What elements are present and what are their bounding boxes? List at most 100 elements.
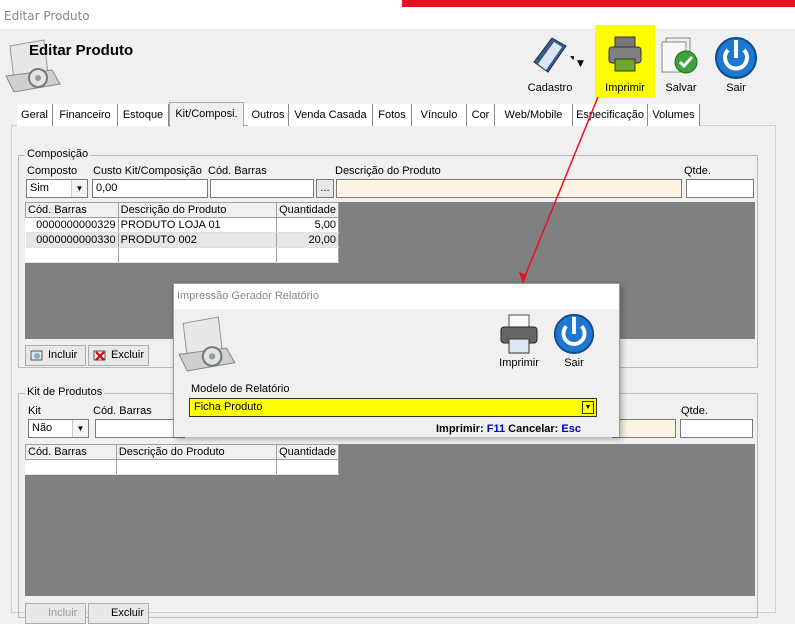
cadastro-button[interactable]: Cadastro [520, 32, 580, 98]
incluir-icon [30, 350, 43, 361]
key-imprimir: F11 [486, 423, 506, 435]
tab-estoque[interactable]: Estoque [118, 104, 169, 126]
kit-col-descricao[interactable]: Descrição do Produto [115, 444, 278, 460]
print-dialog: Impressão Gerador Relatório Imprimir Sai… [173, 283, 620, 437]
dialog-imprimir-button[interactable]: Imprimir [490, 311, 548, 373]
cell-qtd: 20,00 [276, 232, 339, 248]
sair-button[interactable]: Sair [708, 32, 764, 98]
kit-table: Cód. Barras Descrição do Produto Quantid… [25, 444, 339, 475]
dialog-imprimir-label: Imprimir [499, 357, 539, 369]
kit-select[interactable]: Não ▼ [28, 419, 89, 438]
tab-financeiro[interactable]: Financeiro [53, 104, 118, 126]
kit-cod-barras-input[interactable] [95, 419, 185, 438]
tab-strip: Geral Financeiro Estoque Kit/Composi. Ou… [17, 102, 700, 127]
salvar-button[interactable]: Salvar [657, 32, 705, 98]
cell-cod: 0000000000330 [25, 232, 119, 248]
page-title: Editar Produto [29, 42, 134, 59]
modelo-value: Ficha Produto [194, 401, 263, 413]
kit-group-label: Kit de Produtos [25, 386, 105, 398]
imprimir-label: Imprimir [605, 82, 645, 94]
qtde-input[interactable] [686, 179, 754, 198]
cadastro-label: Cadastro [527, 82, 573, 94]
excluir-button[interactable]: Excluir [88, 345, 149, 366]
custo-label: Custo Kit/Composição [93, 165, 202, 177]
shortcut-hint: Imprimir: F11 Cancelar: Esc [436, 423, 581, 435]
col-quantidade[interactable]: Quantidade [276, 202, 339, 218]
tab-especificacao[interactable]: Especificação [573, 104, 648, 126]
dialog-sair-button[interactable]: Sair [548, 311, 600, 373]
descricao-input[interactable] [336, 179, 682, 198]
kit-value: Não [32, 422, 53, 434]
tab-kit-composicao[interactable]: Kit/Composi. [169, 102, 244, 127]
tab-fotos[interactable]: Fotos [373, 104, 412, 126]
window-title: Editar Produto [4, 9, 90, 23]
browse-button[interactable]: ... [316, 179, 334, 198]
cod-barras-input[interactable] [210, 179, 314, 198]
kit-col-quantidade[interactable]: Quantidade [276, 444, 339, 460]
kit-qtde-label: Qtde. [681, 405, 708, 417]
qtde-label: Qtde. [684, 165, 711, 177]
incluir-label: Incluir [48, 349, 78, 361]
printer-icon [608, 36, 642, 72]
tab-volumes[interactable]: Volumes [648, 104, 700, 126]
power-icon [715, 37, 757, 79]
key-cancelar: Esc [561, 423, 581, 435]
salvar-label: Salvar [665, 82, 697, 94]
window-close-strip[interactable] [402, 0, 795, 7]
cadastro-book-icon [533, 37, 576, 73]
composicao-table: Cód. Barras Descrição do Produto Quantid… [25, 202, 339, 263]
table-row-empty[interactable] [25, 247, 339, 263]
cadastro-dropdown-icon[interactable]: ▼ [577, 59, 584, 69]
composto-value: Sim [30, 182, 49, 194]
excluir-icon [93, 350, 106, 361]
hint-cancelar: Cancelar: [508, 423, 559, 435]
composicao-group-label: Composição [25, 148, 91, 160]
save-check-icon [661, 37, 698, 74]
chevron-down-icon[interactable]: ▼ [71, 180, 87, 197]
report-monitor-icon [176, 313, 242, 375]
tab-outros[interactable]: Outros [248, 104, 289, 126]
modelo-select[interactable]: Ficha Produto ▼ [189, 398, 597, 417]
cell-desc: PRODUTO 002 [118, 232, 278, 248]
col-cod-barras[interactable]: Cód. Barras [25, 202, 119, 218]
dialog-printer-icon [500, 314, 538, 354]
tab-geral[interactable]: Geral [17, 104, 53, 126]
custo-input[interactable]: 0,00 [92, 179, 208, 198]
table-row[interactable]: 0000000000330 PRODUTO 002 20,00 [25, 232, 339, 248]
kit-descricao-input[interactable] [612, 419, 676, 438]
modelo-label: Modelo de Relatório [191, 383, 290, 395]
composto-label: Composto [27, 165, 78, 177]
dialog-title: Impressão Gerador Relatório [177, 290, 319, 302]
kit-cod-barras-label: Cód. Barras [93, 405, 152, 417]
table-row[interactable]: 0000000000329 PRODUTO LOJA 01 5,00 [25, 217, 339, 233]
kit-excluir-label: Excluir [111, 607, 145, 619]
dialog-power-icon [553, 313, 595, 355]
tab-vinculo[interactable]: Vínculo [412, 104, 467, 126]
excluir-label: Excluir [111, 349, 145, 361]
kit-excluir-button[interactable]: Excluir [88, 603, 149, 624]
descricao-label: Descrição do Produto [335, 165, 441, 177]
composto-select[interactable]: Sim ▼ [26, 179, 88, 198]
kit-label: Kit [28, 405, 41, 417]
incluir-button[interactable]: Incluir [25, 345, 86, 366]
sair-label: Sair [726, 82, 746, 94]
kit-qtde-input[interactable] [680, 419, 753, 438]
tab-venda-casada[interactable]: Venda Casada [289, 104, 373, 126]
col-descricao[interactable]: Descrição do Produto [117, 202, 278, 218]
imprimir-button[interactable]: Imprimir [595, 25, 655, 98]
chevron-down-icon[interactable]: ▼ [582, 401, 594, 414]
kit-incluir-button[interactable]: Incluir [25, 603, 86, 624]
table-row-empty[interactable] [25, 459, 339, 475]
cod-barras-label: Cód. Barras [208, 165, 267, 177]
dialog-sair-label: Sair [564, 357, 584, 369]
cell-desc: PRODUTO LOJA 01 [118, 217, 278, 233]
kit-col-cod-barras[interactable]: Cód. Barras [25, 444, 117, 460]
window-titlebar: Editar Produto [0, 0, 795, 30]
cell-cod: 0000000000329 [25, 217, 119, 233]
chevron-down-icon[interactable]: ▼ [72, 420, 88, 437]
kit-incluir-label: Incluir [48, 607, 78, 619]
hint-imprimir: Imprimir: [436, 423, 484, 435]
tab-web-mobile[interactable]: Web/Mobile [495, 104, 573, 126]
dialog-body: Imprimir Sair Modelo de Relatório Ficha … [174, 309, 619, 437]
tab-cor[interactable]: Cor [467, 104, 495, 126]
